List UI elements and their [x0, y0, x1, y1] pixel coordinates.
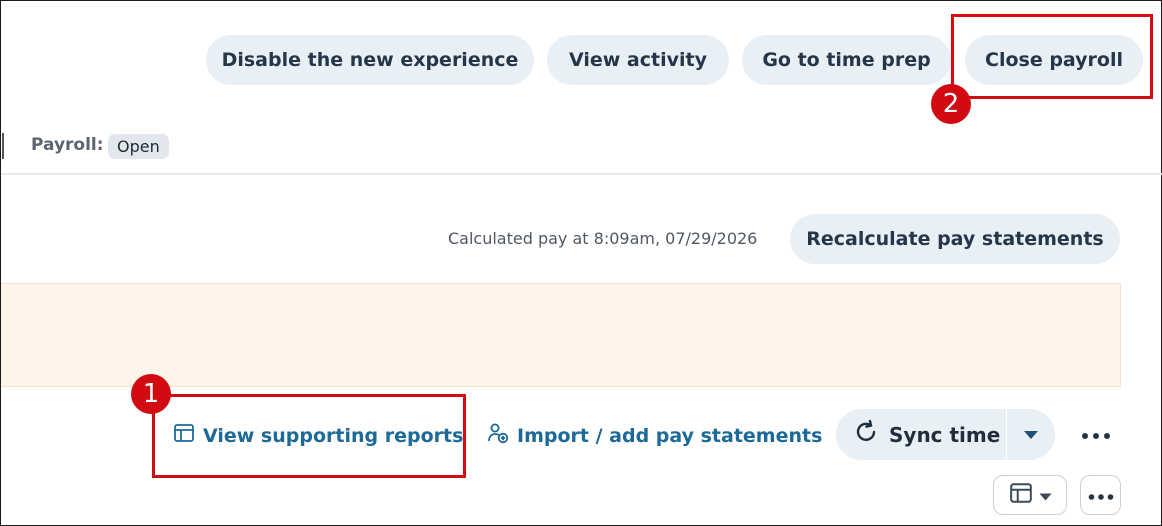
table-icon — [1009, 481, 1033, 509]
sync-time-button[interactable]: Sync time — [836, 409, 1006, 460]
disable-new-experience-button[interactable]: Disable the new experience — [206, 35, 534, 85]
section-divider — [1, 173, 1162, 175]
payroll-label: Payroll: — [31, 135, 104, 155]
person-add-icon — [487, 422, 509, 449]
view-activity-button[interactable]: View activity — [547, 35, 729, 85]
sync-time-label: Sync time — [889, 422, 1001, 447]
sync-time-split-button: Sync time — [836, 409, 1055, 460]
page-frame: Disable the new experience View activity… — [0, 0, 1162, 526]
calculated-pay-timestamp: Calculated pay at 8:09am, 07/29/2026 — [448, 229, 758, 248]
go-to-time-prep-button[interactable]: Go to time prep — [742, 35, 951, 85]
table-view-options-button[interactable] — [993, 475, 1067, 515]
recalculate-pay-statements-button[interactable]: Recalculate pay statements — [790, 214, 1120, 264]
caret-down-icon — [1023, 425, 1039, 444]
import-add-pay-statements-link[interactable]: Import / add pay statements — [487, 422, 822, 449]
close-payroll-button[interactable]: Close payroll — [965, 35, 1143, 85]
view-supporting-reports-link[interactable]: View supporting reports — [173, 422, 463, 449]
payroll-status-badge: Open — [108, 134, 169, 159]
more-horizontal-icon — [1081, 425, 1111, 444]
caret-down-icon — [1039, 486, 1052, 505]
more-horizontal-icon — [1088, 486, 1114, 505]
table-more-actions-button[interactable] — [1080, 475, 1121, 515]
view-supporting-reports-label: View supporting reports — [203, 424, 464, 447]
vertical-divider — [2, 133, 4, 159]
refresh-icon — [853, 419, 879, 450]
import-add-pay-statements-label: Import / add pay statements — [517, 424, 823, 447]
sync-options-dropdown[interactable] — [1007, 409, 1055, 460]
table-icon — [173, 422, 195, 449]
annotation-marker-1: 1 — [131, 374, 171, 414]
more-actions-button[interactable] — [1078, 422, 1114, 446]
warning-banner — [1, 283, 1121, 387]
annotation-marker-2: 2 — [931, 84, 971, 124]
